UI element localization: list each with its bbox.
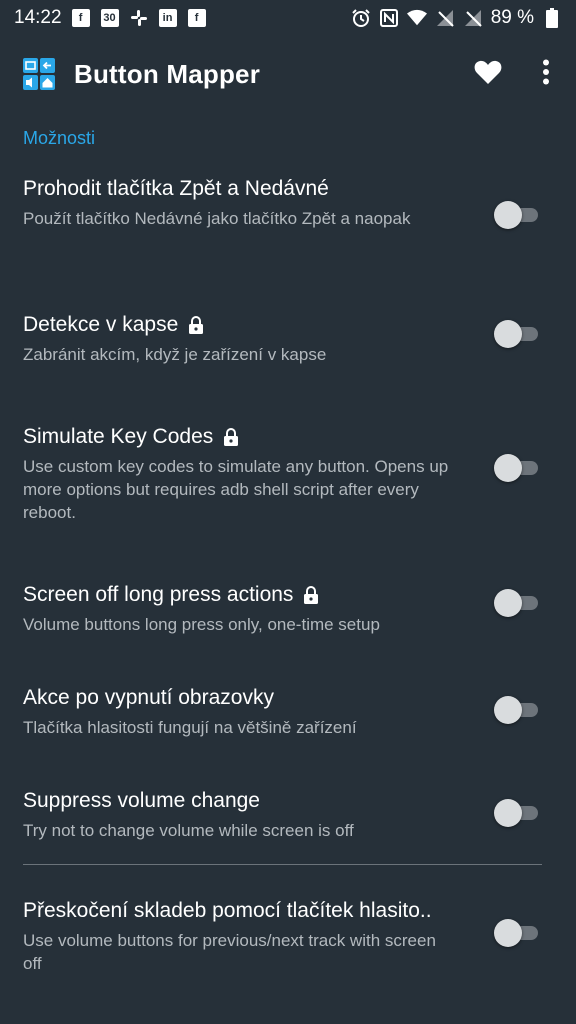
pref-skip-tracks-volume[interactable]: Přeskočení skladeb pomocí tlačítek hlasi… — [0, 898, 576, 975]
toggle-switch[interactable] — [494, 798, 538, 828]
calendar-icon: 30 — [100, 8, 120, 28]
pref-title-text: Detekce v kapse — [23, 313, 179, 336]
switch-thumb — [494, 320, 522, 348]
pref-text: Přeskočení skladeb pomocí tlačítek hlasi… — [23, 898, 453, 975]
section-header: Možnosti — [23, 128, 96, 148]
pref-text: Screen off long press actions Volume but… — [23, 582, 453, 636]
toggle-switch[interactable] — [494, 918, 538, 948]
pref-summary: Volume buttons long press only, one-time… — [23, 615, 380, 634]
pref-screen-off-long-press[interactable]: Screen off long press actions Volume but… — [0, 582, 576, 636]
pref-title-text: Prohodit tlačítka Zpět a Nedávné — [23, 177, 329, 200]
pref-summary: Tlačítka hlasitosti fungují na většině z… — [23, 718, 357, 737]
pref-title-text: Suppress volume change — [23, 789, 260, 812]
pref-title-text: Simulate Key Codes — [23, 425, 214, 448]
app-logo-icon — [22, 57, 56, 91]
pref-text: Detekce v kapse Zabránit akcím, když je … — [23, 312, 453, 366]
divider — [23, 864, 542, 865]
facebook-icon: f — [187, 8, 207, 28]
pref-simulate-key-codes[interactable]: Simulate Key Codes Use custom key codes … — [0, 424, 576, 524]
pref-title-text: Přeskočení skladeb pomocí tlačítek hlasi… — [23, 899, 432, 922]
pref-title-text: Screen off long press actions — [23, 583, 294, 606]
battery-icon — [542, 8, 562, 28]
pref-summary: Use custom key codes to simulate any but… — [23, 457, 449, 522]
pref-summary: Try not to change volume while screen is… — [23, 821, 354, 840]
pref-title: Suppress volume change — [23, 788, 453, 814]
pref-screen-off-actions[interactable]: Akce po vypnutí obrazovky Tlačítka hlasi… — [0, 685, 576, 739]
switch-thumb — [494, 454, 522, 482]
signal-icon — [435, 8, 455, 28]
pref-summary: Use volume buttons for previous/next tra… — [23, 931, 436, 973]
pref-suppress-volume-change[interactable]: Suppress volume change Try not to change… — [0, 788, 576, 842]
pref-summary: Použít tlačítko Nedávné jako tlačítko Zp… — [23, 209, 411, 228]
pref-title: Screen off long press actions — [23, 582, 453, 608]
status-bar-right: 89 % — [351, 7, 562, 29]
toolbar-actions — [468, 54, 576, 94]
battery-percent: 89 % — [490, 7, 534, 28]
toggle-switch[interactable] — [494, 200, 538, 230]
linkedin-icon: in — [158, 8, 178, 28]
switch-thumb — [494, 201, 522, 229]
toggle-switch[interactable] — [494, 319, 538, 349]
pref-title: Detekce v kapse — [23, 312, 453, 338]
pref-text: Simulate Key Codes Use custom key codes … — [23, 424, 453, 524]
status-bar-left: 14:22 f 30 in f — [14, 7, 207, 29]
pref-pocket-detection[interactable]: Detekce v kapse Zabránit akcím, když je … — [0, 312, 576, 366]
slack-icon — [129, 8, 149, 28]
facebook-icon: f — [71, 8, 91, 28]
switch-thumb — [494, 799, 522, 827]
pref-text: Suppress volume change Try not to change… — [23, 788, 453, 842]
alarm-icon — [351, 8, 371, 28]
pref-text: Prohodit tlačítka Zpět a Nedávné Použít … — [23, 176, 453, 230]
wifi-icon — [406, 8, 427, 28]
pref-title: Prohodit tlačítka Zpět a Nedávné — [23, 176, 453, 202]
overflow-menu-button[interactable] — [526, 54, 566, 94]
switch-thumb — [494, 919, 522, 947]
more-vert-icon — [542, 59, 550, 90]
status-bar: 14:22 f 30 in f 89 % — [0, 0, 576, 36]
pref-swap-back-recents[interactable]: Prohodit tlačítka Zpět a Nedávné Použít … — [0, 176, 576, 230]
pref-summary: Zabránit akcím, když je zařízení v kapse — [23, 345, 327, 364]
calendar-day: 30 — [100, 9, 119, 27]
heart-icon — [474, 59, 502, 90]
nfc-icon — [379, 8, 399, 28]
pref-title: Přeskočení skladeb pomocí tlačítek hlasi… — [23, 898, 453, 924]
status-time: 14:22 — [14, 7, 62, 28]
app-title: Button Mapper — [74, 58, 261, 89]
toggle-switch[interactable] — [494, 453, 538, 483]
favorite-button[interactable] — [468, 54, 508, 94]
toggle-switch[interactable] — [494, 695, 538, 725]
app-toolbar: Button Mapper — [0, 36, 576, 112]
signal-icon — [463, 8, 483, 28]
pref-text: Akce po vypnutí obrazovky Tlačítka hlasi… — [23, 685, 453, 739]
lock-icon — [303, 586, 319, 604]
lock-icon — [188, 316, 204, 334]
pref-title-text: Akce po vypnutí obrazovky — [23, 686, 274, 709]
pref-title: Akce po vypnutí obrazovky — [23, 685, 453, 711]
lock-icon — [223, 428, 239, 446]
toggle-switch[interactable] — [494, 588, 538, 618]
pref-title: Simulate Key Codes — [23, 424, 453, 450]
switch-thumb — [494, 589, 522, 617]
switch-thumb — [494, 696, 522, 724]
